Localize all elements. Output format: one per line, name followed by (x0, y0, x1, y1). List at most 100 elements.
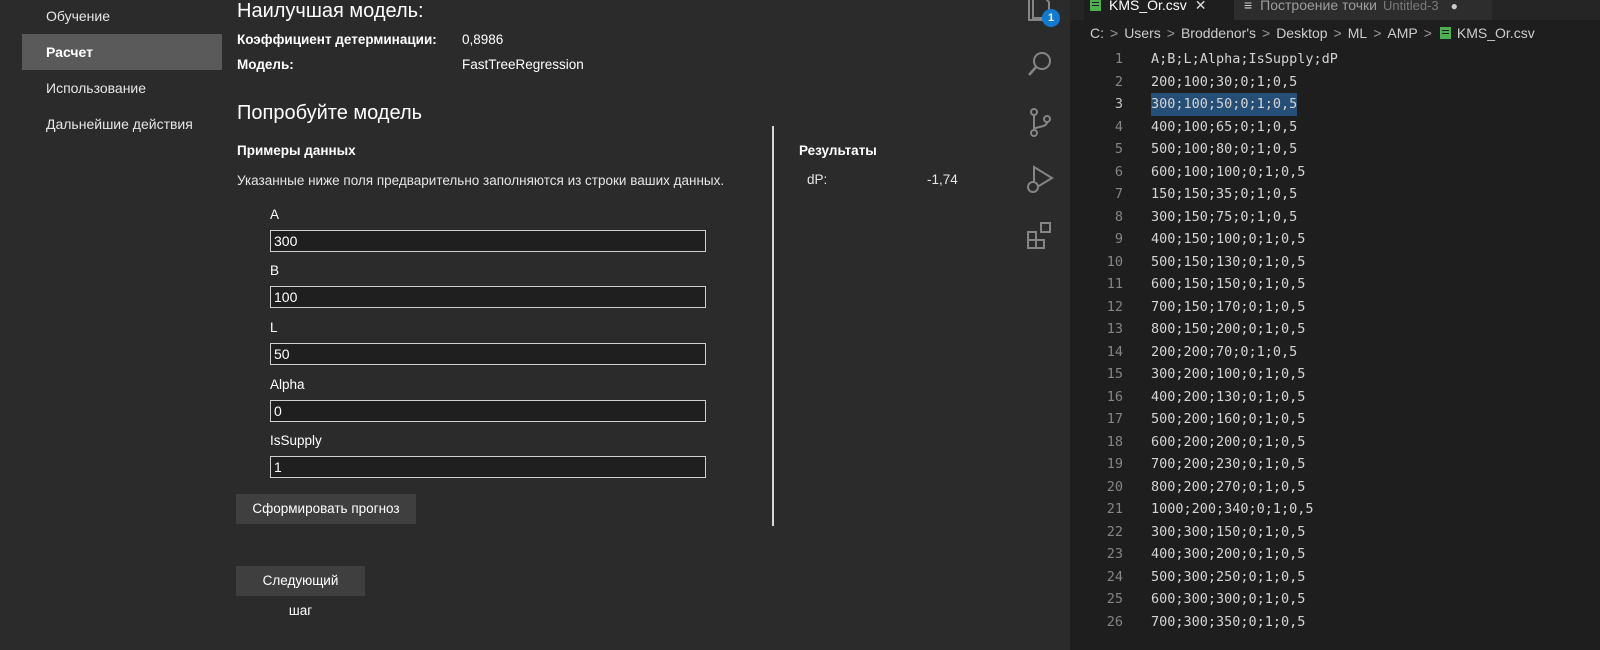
close-icon[interactable]: ✕ (1195, 0, 1207, 13)
field-label-l: L (270, 320, 278, 335)
sidebar-item-next-steps[interactable]: Дальнейшие действия (22, 106, 222, 142)
chevron-right-icon: > (1262, 25, 1271, 41)
chevron-right-icon: > (1166, 25, 1175, 41)
sidebar-item-evaluate[interactable]: Расчет (22, 34, 222, 70)
code-line[interactable]: 17 500;200;160;0;1;0,5 (1070, 408, 1600, 431)
vertical-divider (772, 126, 774, 526)
code-line[interactable]: 12 700;150;170;0;1;0,5 (1070, 296, 1600, 319)
line-number: 15 (1106, 366, 1123, 382)
sidebar-item-training[interactable]: Обучение (22, 0, 222, 34)
code-line[interactable]: 23 400;300;200;0;1;0,5 (1070, 543, 1600, 566)
code-line[interactable]: 22 300;300;150;0;1;0,5 (1070, 521, 1600, 544)
line-number: 9 (1114, 231, 1123, 247)
code-line[interactable]: 5 500;100;80;0;1;0,5 (1070, 138, 1600, 161)
code-text: 700;200;230;0;1;0,5 (1151, 456, 1306, 472)
code-line[interactable]: 4 400;100;65;0;1;0,5 (1070, 116, 1600, 139)
main-content: Наилучшая модель: Коэффициент детерминац… (236, 0, 1007, 650)
breadcrumb-item[interactable]: KMS_Or.csv (1457, 25, 1535, 41)
model-builder-window: Обучение Расчет Использование Дальнейшие… (0, 0, 1010, 650)
code-line[interactable]: 3 300;100;50;0;1;0,5 (1070, 93, 1600, 116)
code-line[interactable]: 19 700;200;230;0;1;0,5 (1070, 453, 1600, 476)
field-input-b[interactable] (270, 286, 706, 308)
unsaved-dot-icon[interactable]: ● (1451, 0, 1458, 13)
field-label-b: B (270, 263, 280, 278)
code-area[interactable]: 1 A;B;L;Alpha;IsSupply;dP 2 200;100;30;0;1;… (1070, 48, 1600, 633)
code-line[interactable]: 16 400;200;130;0;1;0,5 (1070, 386, 1600, 409)
line-number: 26 (1106, 613, 1123, 630)
tab-sublabel: Untitled-3 (1383, 0, 1439, 13)
model-label: Модель: (237, 57, 294, 72)
breadcrumb-item[interactable]: Users (1124, 25, 1161, 41)
code-line[interactable]: 2 200;100;30;0;1;0,5 (1070, 71, 1600, 94)
code-text: 300;150;75;0;1;0,5 (1151, 208, 1298, 225)
tab-kms-or-csv[interactable]: KMS_Or.csv ✕ (1084, 0, 1234, 20)
try-model-title: Попробуйте модель (237, 102, 423, 124)
activity-bar: 1 (1010, 0, 1070, 650)
code-line[interactable]: 11 600;150;150;0;1;0,5 (1070, 273, 1600, 296)
line-number: 19 (1106, 456, 1123, 472)
code-line[interactable]: 20 800;200;270;0;1;0,5 (1070, 476, 1600, 499)
notification-badge: 1 (1042, 9, 1060, 27)
sample-data-title: Примеры данных (237, 143, 356, 158)
search-icon[interactable] (1024, 48, 1056, 80)
field-input-l[interactable] (270, 343, 706, 365)
field-label-alpha: Alpha (270, 377, 305, 392)
code-line[interactable]: 26 700;300;350;0;1;0,5 (1070, 611, 1600, 634)
run-debug-icon[interactable] (1024, 163, 1056, 195)
source-control-icon[interactable] (1024, 106, 1056, 138)
sidebar: Обучение Расчет Использование Дальнейшие… (22, 0, 222, 142)
r2-label: Коэффициент детерминации: (237, 32, 437, 47)
breadcrumb-item[interactable]: AMP (1387, 25, 1417, 41)
code-line[interactable]: 25 600;300;300;0;1;0,5 (1070, 588, 1600, 611)
code-line[interactable]: 14 200;200;70;0;1;0,5 (1070, 341, 1600, 364)
code-line[interactable]: 8 300;150;75;0;1;0,5 (1070, 206, 1600, 229)
field-input-a[interactable] (270, 230, 706, 252)
code-line[interactable]: 13 800;150;200;0;1;0,5 (1070, 318, 1600, 341)
code-line[interactable]: 18 600;200;200;0;1;0,5 (1070, 431, 1600, 454)
code-text: 500;100;80;0;1;0,5 (1151, 141, 1298, 157)
line-number: 23 (1106, 546, 1123, 562)
code-line[interactable]: 1 A;B;L;Alpha;IsSupply;dP (1070, 48, 1600, 71)
code-line[interactable]: 21 1000;200;340;0;1;0,5 (1070, 498, 1600, 521)
code-line[interactable]: 9 400;150;100;0;1;0,5 (1070, 228, 1600, 251)
chevron-right-icon: > (1110, 25, 1119, 41)
code-line[interactable]: 24 500;300;250;0;1;0,5 (1070, 566, 1600, 589)
chevron-right-icon: > (1373, 25, 1382, 41)
code-text: 600;100;100;0;1;0,5 (1151, 163, 1306, 180)
breadcrumb-item[interactable]: Broddenor's (1181, 25, 1256, 41)
code-text: 800;150;200;0;1;0,5 (1151, 321, 1306, 337)
breadcrumb-item[interactable]: ML (1348, 25, 1367, 41)
line-number: 1 (1114, 51, 1123, 67)
code-line[interactable]: 7 150;150;35;0;1;0,5 (1070, 183, 1600, 206)
line-number: 10 (1106, 253, 1123, 270)
predict-button[interactable]: Сформировать прогноз (236, 494, 416, 524)
field-input-alpha[interactable] (270, 400, 706, 422)
code-text: 500;200;160;0;1;0,5 (1151, 411, 1306, 427)
line-number: 21 (1106, 501, 1123, 517)
line-number: 6 (1114, 163, 1123, 180)
code-text: 600;200;200;0;1;0,5 (1151, 433, 1306, 450)
code-line[interactable]: 6 600;100;100;0;1;0,5 (1070, 161, 1600, 184)
sidebar-item-consume[interactable]: Использование (22, 70, 222, 106)
result-value: -1,74 (927, 172, 958, 187)
tab-label: KMS_Or.csv (1109, 0, 1187, 13)
code-text: 150;150;35;0;1;0,5 (1151, 186, 1298, 202)
breadcrumb-item[interactable]: Desktop (1276, 25, 1327, 41)
next-step-button[interactable]: Следующий шаг (236, 566, 365, 618)
selected-code-text: 300;100;50;0;1;0,5 (1151, 93, 1298, 116)
line-number: 16 (1106, 388, 1123, 405)
text-file-icon: ≡ (1244, 0, 1253, 13)
code-line[interactable]: 15 300;200;100;0;1;0,5 (1070, 363, 1600, 386)
line-number: 7 (1114, 186, 1123, 202)
code-line[interactable]: 10 500;150;130;0;1;0,5 (1070, 251, 1600, 274)
breadcrumb-item[interactable]: C: (1090, 25, 1104, 41)
model-value: FastTreeRegression (462, 57, 584, 72)
tab-build-point[interactable]: ≡ Построение точки Untitled-3 ● (1234, 0, 1492, 20)
results-title: Результаты (799, 143, 877, 158)
code-text: 400;150;100;0;1;0,5 (1151, 231, 1306, 247)
code-text: 600;300;300;0;1;0,5 (1151, 591, 1306, 607)
field-input-issupply[interactable] (270, 456, 706, 478)
extensions-icon[interactable] (1024, 219, 1056, 251)
editor-tab-bar: KMS_Or.csv ✕ ≡ Построение точки Untitled-3 ● (1070, 0, 1600, 20)
result-name: dP: (807, 172, 828, 187)
